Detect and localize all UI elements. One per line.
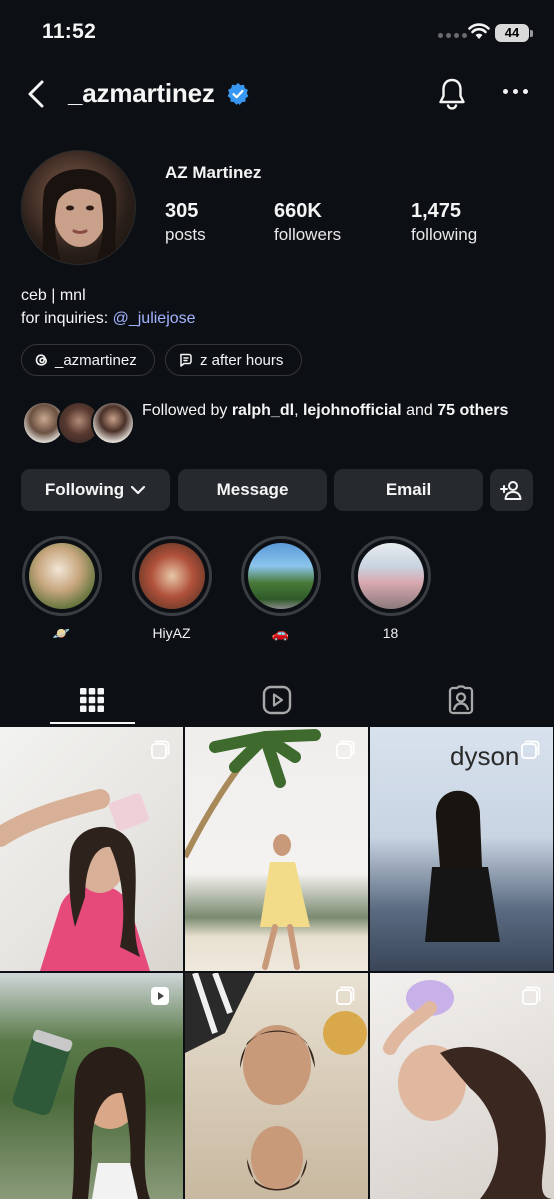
bio: ceb | mnl for inquiries: @_juliejose bbox=[21, 284, 196, 330]
post-thumbnail[interactable] bbox=[185, 727, 368, 971]
post-thumbnail[interactable]: dyson bbox=[370, 727, 553, 971]
email-button-label: Email bbox=[385, 480, 432, 499]
bio-inquiries-prefix: for inquiries: bbox=[21, 310, 113, 327]
notification-bell-icon[interactable] bbox=[437, 77, 467, 111]
suggested-people-button[interactable] bbox=[490, 469, 533, 511]
mutual-others: 75 others bbox=[437, 402, 509, 419]
channel-icon bbox=[179, 353, 192, 367]
add-person-icon bbox=[499, 481, 521, 500]
followed-by-prefix: Followed by bbox=[142, 402, 232, 419]
story-highlight[interactable]: HiyAZ bbox=[129, 536, 214, 641]
threads-profile-chip[interactable]: _azmartinez bbox=[21, 344, 155, 376]
posts-count: 305 bbox=[165, 200, 199, 222]
post-thumbnail[interactable] bbox=[185, 973, 368, 1199]
grid-icon bbox=[80, 688, 104, 712]
highlight-label: 🚗 bbox=[271, 625, 290, 641]
carousel-icon bbox=[151, 740, 170, 759]
followed-by-text[interactable]: Followed by ralph_dl, lejohnofficial and… bbox=[142, 399, 522, 422]
post-thumbnail[interactable] bbox=[370, 973, 554, 1199]
status-time: 11:52 bbox=[42, 20, 97, 43]
svg-text:dyson: dyson bbox=[450, 741, 519, 771]
followed-by-and: and bbox=[401, 402, 438, 419]
highlight-cover bbox=[131, 536, 212, 616]
reels-icon bbox=[262, 685, 292, 715]
message-button-label: Message bbox=[216, 480, 289, 499]
tab-reels[interactable] bbox=[252, 675, 302, 725]
email-button[interactable]: Email bbox=[334, 469, 483, 511]
cellular-signal-icon bbox=[438, 33, 467, 38]
threads-chip-label: _azmartinez bbox=[55, 351, 137, 369]
tab-tagged[interactable] bbox=[436, 675, 486, 725]
mutual-user-1: ralph_dl bbox=[231, 402, 295, 419]
posts-stat[interactable]: 305 posts bbox=[165, 200, 206, 245]
followed-by-separator: , bbox=[294, 402, 303, 419]
bio-line: ceb | mnl bbox=[21, 287, 86, 304]
threads-icon bbox=[35, 354, 48, 366]
profile-avatar[interactable] bbox=[21, 150, 136, 265]
highlight-cover bbox=[21, 536, 102, 616]
highlight-cover bbox=[350, 536, 431, 616]
more-options-icon[interactable] bbox=[503, 89, 528, 94]
wifi-icon bbox=[468, 23, 490, 39]
story-highlight[interactable]: 18 bbox=[348, 536, 433, 641]
story-highlight[interactable]: 🚗 bbox=[238, 536, 323, 642]
story-highlight[interactable]: 🪐 bbox=[19, 536, 104, 642]
reel-icon bbox=[151, 987, 169, 1005]
display-name: AZ Martinez bbox=[165, 163, 262, 182]
followers-stat[interactable]: 660K followers bbox=[274, 200, 341, 245]
message-button[interactable]: Message bbox=[178, 469, 327, 511]
back-icon[interactable] bbox=[24, 78, 50, 110]
carousel-icon bbox=[336, 740, 355, 759]
battery-tip bbox=[530, 30, 533, 37]
carousel-icon bbox=[522, 986, 541, 1005]
following-button[interactable]: Following bbox=[21, 469, 170, 511]
highlight-label: 18 bbox=[382, 625, 399, 641]
battery-indicator: 44 bbox=[495, 24, 529, 42]
carousel-icon bbox=[336, 986, 355, 1005]
chevron-down-icon bbox=[131, 485, 146, 495]
highlight-cover bbox=[240, 536, 321, 616]
followers-count: 660K bbox=[274, 200, 322, 222]
channel-chip-label: z after hours bbox=[200, 351, 284, 369]
verified-badge-icon bbox=[227, 83, 249, 105]
bio-mention-link[interactable]: @_juliejose bbox=[113, 310, 196, 327]
following-count: 1,475 bbox=[411, 200, 462, 222]
mutual-user-2: lejohnofficial bbox=[302, 402, 402, 419]
active-tab-indicator bbox=[50, 722, 135, 724]
tab-posts-grid[interactable] bbox=[67, 675, 117, 725]
post-thumbnail[interactable] bbox=[0, 727, 183, 971]
posts-label: posts bbox=[165, 225, 206, 244]
mutual-follower-avatar[interactable] bbox=[91, 401, 135, 445]
following-stat[interactable]: 1,475 following bbox=[411, 200, 477, 245]
highlight-label: 🪐 bbox=[52, 625, 71, 641]
tagged-icon bbox=[448, 685, 474, 715]
post-thumbnail[interactable] bbox=[0, 973, 183, 1199]
highlight-label: HiyAZ bbox=[152, 625, 191, 641]
channel-chip[interactable]: z after hours bbox=[165, 344, 302, 376]
carousel-icon bbox=[521, 740, 540, 759]
following-button-label: Following bbox=[44, 480, 125, 499]
following-label: following bbox=[411, 225, 478, 244]
followers-label: followers bbox=[274, 225, 342, 244]
bio-inquiries: for inquiries: @_juliejose bbox=[21, 307, 196, 330]
profile-username: _azmartinez bbox=[68, 78, 215, 108]
